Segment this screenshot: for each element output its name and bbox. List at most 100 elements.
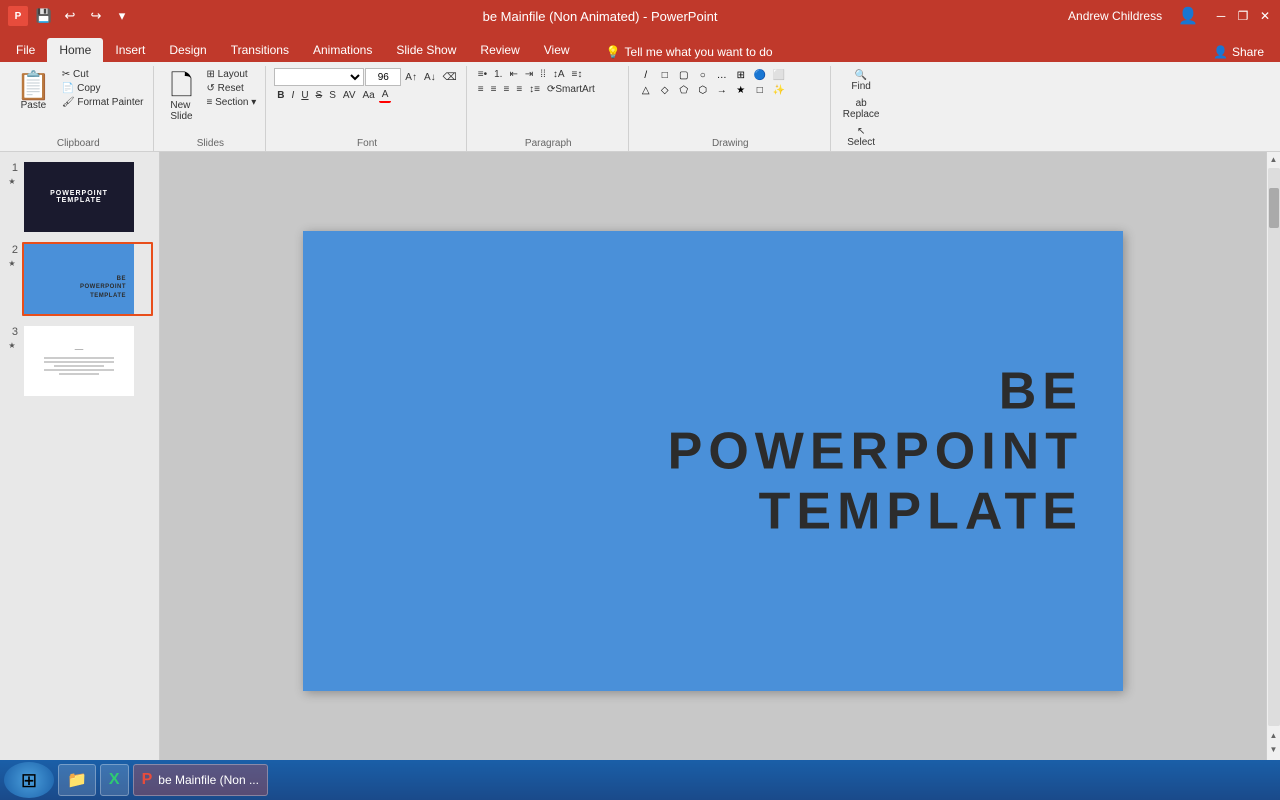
shadow-button[interactable]: S — [326, 89, 339, 102]
slide-num-3: 3 — [6, 324, 18, 338]
shape-arrow[interactable]: → — [713, 83, 731, 97]
slides-label: Slides — [162, 136, 260, 149]
slide-canvas[interactable]: BE POWERPOINT TEMPLATE — [303, 231, 1123, 691]
tab-file[interactable]: File — [4, 38, 47, 62]
group-paragraph: ≡• 1. ⇤ ⇥ ⁞⁞ ↕A ≡↕ ≡ ≡ ≡ ≡ ↕≡ ⟳SmartArt … — [469, 66, 629, 151]
shape-effects[interactable]: ✨ — [770, 83, 788, 97]
align-text-button[interactable]: ≡↕ — [568, 68, 585, 81]
layout-button[interactable]: ⊞ Layout — [204, 68, 260, 81]
smartart-button[interactable]: ⟳SmartArt — [544, 83, 598, 96]
slides-controls: 🗋 NewSlide ⊞ Layout ↺ Reset ≡ Section ▾ — [162, 68, 260, 136]
scroll-thumb[interactable] — [1269, 188, 1279, 228]
scroll-prev-button[interactable]: ▲ — [1267, 728, 1280, 742]
taskbar-ppt-app[interactable]: P be Mainfile (Non ... — [133, 764, 268, 796]
shape-more[interactable]: … — [713, 68, 731, 82]
line-spacing-button[interactable]: ↕≡ — [526, 83, 543, 96]
text-direction-button[interactable]: ↕A — [550, 68, 568, 81]
tab-insert[interactable]: Insert — [103, 38, 157, 62]
slide-item-2[interactable]: 2 ★ BEPOWERPOINTTEMPLATE — [6, 242, 153, 316]
excel-icon: X — [109, 771, 120, 789]
tell-me-box[interactable]: 💡 Tell me what you want to do — [598, 42, 781, 62]
right-scrollbar[interactable]: ▲ ▲ ▼ ▼ — [1266, 152, 1280, 770]
tab-transitions[interactable]: Transitions — [219, 38, 301, 62]
font-size-input[interactable]: 96 — [365, 68, 401, 86]
cut-button[interactable]: ✂ Cut — [59, 68, 147, 81]
shape-oval[interactable]: ○ — [694, 68, 712, 82]
decrease-indent-button[interactable]: ⇤ — [506, 68, 520, 81]
canvas-area[interactable]: BE POWERPOINT TEMPLATE — [160, 152, 1266, 770]
redo-button[interactable]: ↪ — [86, 6, 106, 26]
share-button[interactable]: 👤 Share — [1205, 42, 1272, 62]
italic-button[interactable]: I — [289, 89, 298, 102]
tab-slideshow[interactable]: Slide Show — [384, 38, 468, 62]
arrange-button[interactable]: ⊞ — [732, 68, 750, 82]
windows-icon: ⊞ — [21, 768, 38, 793]
bullets-button[interactable]: ≡• — [475, 68, 490, 81]
slide-thumb-3[interactable]: ── — [22, 324, 153, 398]
restore-button[interactable]: ❐ — [1236, 9, 1250, 23]
shape-rounded-rect[interactable]: ▢ — [675, 68, 693, 82]
increase-indent-button[interactable]: ⇥ — [522, 68, 536, 81]
close-button[interactable]: ✕ — [1258, 9, 1272, 23]
paste-button[interactable]: 📋 Paste — [10, 68, 57, 115]
copy-button[interactable]: 📄 Copy — [59, 82, 147, 95]
slide-thumb-2[interactable]: BEPOWERPOINTTEMPLATE — [22, 242, 153, 316]
shape-line[interactable]: / — [637, 68, 655, 82]
account-icon[interactable]: 👤 — [1178, 6, 1198, 26]
increase-font-button[interactable]: A↑ — [402, 71, 420, 84]
align-center-button[interactable]: ≡ — [488, 83, 500, 96]
strikethrough-button[interactable]: S — [313, 89, 326, 102]
format-painter-button[interactable]: 🖌 Format Painter — [59, 96, 147, 109]
char-spacing-button[interactable]: AV — [340, 89, 359, 102]
slide-item-3[interactable]: 3 ★ ── — [6, 324, 153, 398]
taskbar-files-app[interactable]: 📁 — [58, 764, 96, 796]
minimize-button[interactable]: ─ — [1214, 9, 1228, 23]
tab-design[interactable]: Design — [157, 38, 218, 62]
find-label: Find — [851, 81, 870, 92]
paste-icon: 📋 — [16, 72, 51, 100]
tab-review[interactable]: Review — [468, 38, 531, 62]
shape-rect[interactable]: □ — [656, 68, 674, 82]
columns-button[interactable]: ⁞⁞ — [537, 68, 549, 81]
justify-button[interactable]: ≡ — [513, 83, 525, 96]
find-button[interactable]: 🔍 Find — [839, 68, 884, 94]
section-button[interactable]: ≡ Section ▾ — [204, 96, 260, 109]
align-left-button[interactable]: ≡ — [475, 83, 487, 96]
tab-view[interactable]: View — [532, 38, 582, 62]
tab-animations[interactable]: Animations — [301, 38, 384, 62]
shape-star[interactable]: ★ — [732, 83, 750, 97]
decrease-font-button[interactable]: A↓ — [421, 71, 439, 84]
bold-button[interactable]: B — [274, 89, 287, 102]
select-button[interactable]: ↖ Select — [839, 124, 884, 150]
taskbar: ⊞ 📁 X P be Mainfile (Non ... — [0, 760, 1280, 800]
underline-button[interactable]: U — [298, 89, 311, 102]
font-color-button[interactable]: A — [379, 88, 392, 103]
slide-item-1[interactable]: 1 ★ POWERPOINTTEMPLATE — [6, 160, 153, 234]
shape-fill-button[interactable]: 🔵 — [751, 68, 769, 82]
replace-button[interactable]: ab Replace — [839, 96, 884, 122]
align-right-button[interactable]: ≡ — [500, 83, 512, 96]
shape-pentagon[interactable]: ⬠ — [675, 83, 693, 97]
clear-format-button[interactable]: ⌫ — [440, 71, 460, 84]
new-slide-button[interactable]: 🗋 NewSlide — [162, 68, 202, 126]
quick-styles-button[interactable]: ⬜ — [770, 68, 788, 82]
slide3-content: ── — [44, 347, 114, 375]
font-size-alt-button[interactable]: Aa — [360, 89, 378, 102]
undo-button[interactable]: ↩ — [60, 6, 80, 26]
shape-hexagon[interactable]: ⬡ — [694, 83, 712, 97]
scroll-up-button[interactable]: ▲ — [1267, 152, 1280, 166]
scroll-track[interactable] — [1268, 168, 1280, 726]
reset-button[interactable]: ↺ Reset — [204, 82, 260, 95]
start-button[interactable]: ⊞ — [4, 762, 54, 798]
slide-thumb-1[interactable]: POWERPOINTTEMPLATE — [22, 160, 153, 234]
tab-home[interactable]: Home — [47, 38, 103, 62]
font-family-select[interactable] — [274, 68, 364, 86]
quicksave-button[interactable]: 💾 — [34, 6, 54, 26]
shape-outline[interactable]: □ — [751, 83, 769, 97]
numbered-list-button[interactable]: 1. — [491, 68, 505, 81]
shape-triangle[interactable]: △ — [637, 83, 655, 97]
shape-diamond[interactable]: ◇ — [656, 83, 674, 97]
taskbar-excel-app[interactable]: X — [100, 764, 129, 796]
scroll-next-button[interactable]: ▼ — [1267, 742, 1280, 756]
customize-qs-button[interactable]: ▾ — [112, 6, 132, 26]
